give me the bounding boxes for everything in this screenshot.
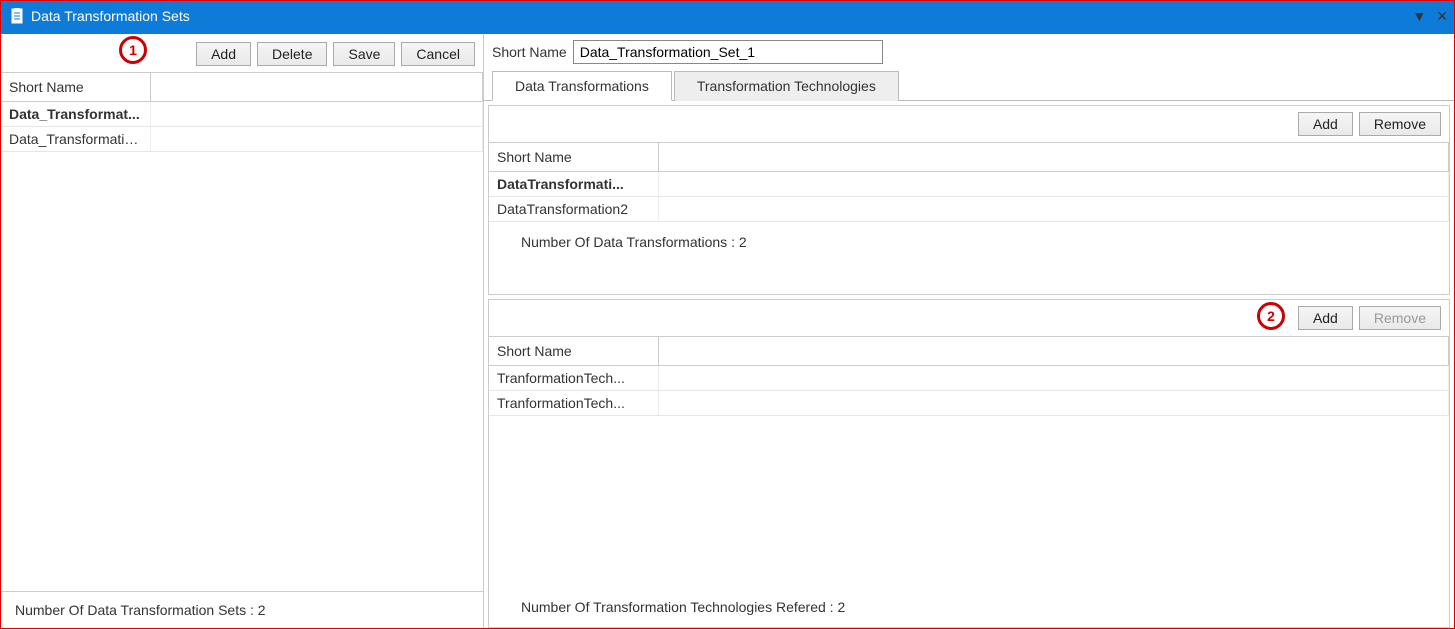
left-pane: 1 Add Delete Save Cancel Short Name Data… — [1, 34, 484, 628]
tab-data-transformations[interactable]: Data Transformations — [492, 71, 672, 101]
technologies-count-status: Number Of Transformation Technologies Re… — [489, 587, 1449, 627]
tab-transformation-technologies[interactable]: Transformation Technologies — [674, 71, 899, 101]
technologies-grid-header: Short Name — [489, 337, 1449, 366]
technologies-cell-blank — [659, 366, 1449, 390]
sets-cell-shortname: Data_Transformatio... — [1, 127, 151, 151]
sets-cell-shortname: Data_Transformat... — [1, 102, 151, 126]
tabs: Data Transformations Transformation Tech… — [484, 70, 1454, 101]
table-row[interactable]: TranformationTech... — [489, 391, 1449, 416]
technologies-grid-body: TranformationTech... TranformationTech..… — [489, 366, 1449, 416]
transformations-cell-shortname: DataTransformation2 — [489, 197, 659, 221]
technologies-section: 2 Add Remove Short Name TranformationTec… — [488, 299, 1450, 628]
technologies-spacer — [489, 416, 1449, 587]
left-spacer — [1, 152, 483, 591]
technologies-toolbar: 2 Add Remove — [489, 300, 1449, 337]
callout-1: 1 — [119, 36, 147, 64]
title-bar: Data Transformation Sets ▼ ✕ — [1, 1, 1454, 31]
delete-button[interactable]: Delete — [257, 42, 327, 66]
left-toolbar: 1 Add Delete Save Cancel — [1, 34, 483, 72]
app-window: Data Transformation Sets ▼ ✕ 1 Add Delet… — [0, 0, 1455, 629]
add-button[interactable]: Add — [196, 42, 251, 66]
technologies-header-shortname[interactable]: Short Name — [489, 337, 659, 365]
sets-grid-header: Short Name — [1, 73, 483, 102]
table-row[interactable]: DataTransformation2 — [489, 197, 1449, 222]
table-row[interactable]: Data_Transformat... — [1, 102, 483, 127]
transformations-header-shortname[interactable]: Short Name — [489, 143, 659, 171]
right-pane: Short Name Data Transformations Transfor… — [484, 34, 1454, 628]
sets-header-blank — [151, 73, 483, 101]
title-tab[interactable]: Data Transformation Sets — [1, 1, 204, 31]
window-controls: ▼ ✕ — [1412, 1, 1448, 31]
sets-grid: Short Name Data_Transformat... Data_Tran… — [1, 72, 483, 152]
sets-header-shortname[interactable]: Short Name — [1, 73, 151, 101]
table-row[interactable]: DataTransformati... — [489, 172, 1449, 197]
technologies-cell-shortname: TranformationTech... — [489, 366, 659, 390]
cancel-button[interactable]: Cancel — [401, 42, 475, 66]
transformations-cell-blank — [659, 197, 1449, 221]
transformations-grid-header: Short Name — [489, 143, 1449, 172]
short-name-input[interactable] — [573, 40, 883, 64]
table-row[interactable]: TranformationTech... — [489, 366, 1449, 391]
sets-count-status: Number Of Data Transformation Sets : 2 — [1, 591, 483, 628]
sets-grid-body: Data_Transformat... Data_Transformatio..… — [1, 102, 483, 152]
sets-cell-blank — [151, 127, 483, 151]
table-row[interactable]: Data_Transformatio... — [1, 127, 483, 152]
detail-header: Short Name — [484, 34, 1454, 64]
transformations-cell-blank — [659, 172, 1449, 196]
technologies-add-button[interactable]: Add — [1298, 306, 1353, 330]
technologies-remove-button[interactable]: Remove — [1359, 306, 1441, 330]
transformations-grid-body: DataTransformati... DataTransformation2 — [489, 172, 1449, 222]
minimize-icon[interactable]: ▼ — [1412, 8, 1426, 24]
transformations-header-blank — [659, 143, 1449, 171]
transformations-cell-shortname: DataTransformati... — [489, 172, 659, 196]
technologies-cell-blank — [659, 391, 1449, 415]
transformations-section: Add Remove Short Name DataTransformati..… — [488, 105, 1450, 295]
window-title: Data Transformation Sets — [31, 8, 190, 24]
transformations-remove-button[interactable]: Remove — [1359, 112, 1441, 136]
tab-content: Add Remove Short Name DataTransformati..… — [484, 101, 1454, 628]
save-button[interactable]: Save — [333, 42, 395, 66]
callout-2: 2 — [1257, 302, 1285, 330]
transformations-toolbar: Add Remove — [489, 106, 1449, 143]
sets-cell-blank — [151, 102, 483, 126]
close-icon[interactable]: ✕ — [1436, 8, 1448, 25]
clipboard-icon — [9, 8, 25, 24]
technologies-header-blank — [659, 337, 1449, 365]
short-name-label: Short Name — [492, 44, 567, 60]
transformations-add-button[interactable]: Add — [1298, 112, 1353, 136]
technologies-cell-shortname: TranformationTech... — [489, 391, 659, 415]
content-area: 1 Add Delete Save Cancel Short Name Data… — [1, 34, 1454, 628]
transformations-count-status: Number Of Data Transformations : 2 — [489, 222, 1449, 262]
